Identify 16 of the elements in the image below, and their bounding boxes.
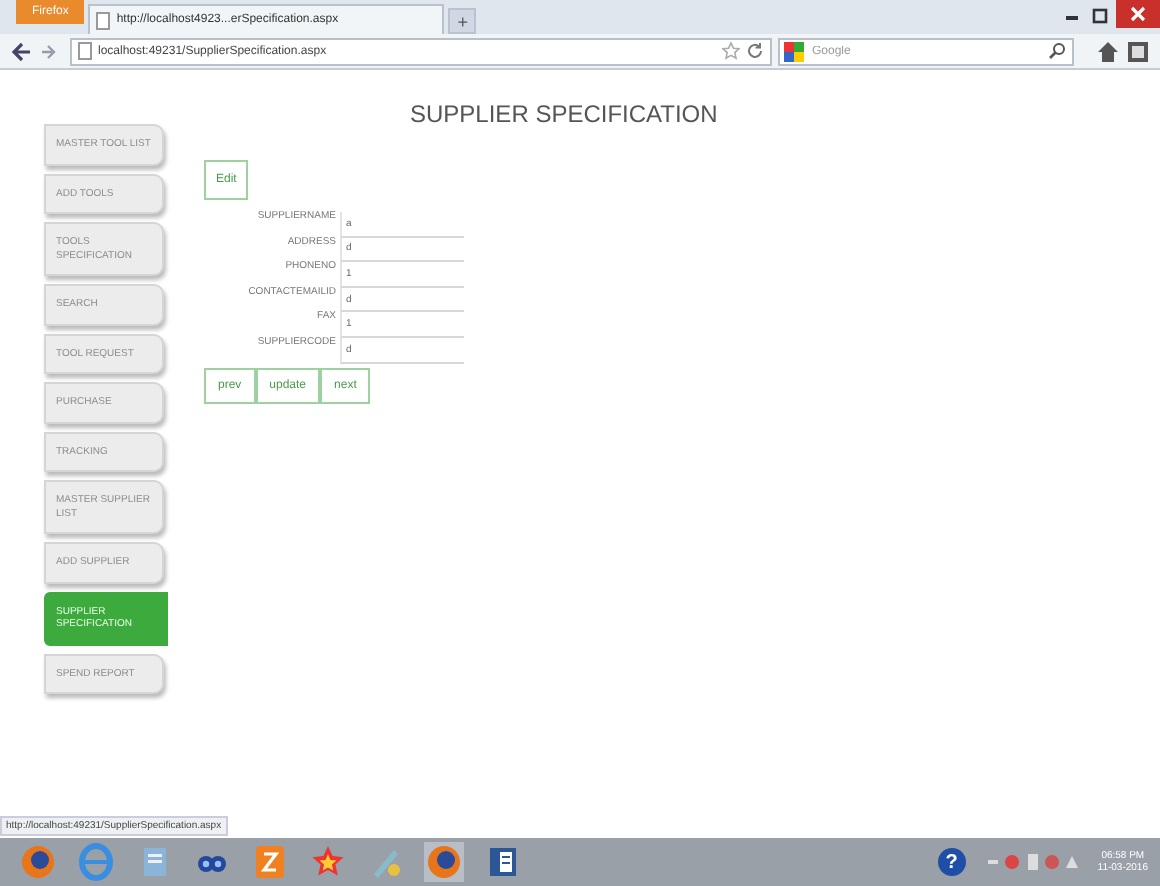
home-icon[interactable] (1096, 39, 1120, 63)
close-icon[interactable] (1116, 0, 1160, 28)
reload-icon[interactable] (746, 42, 764, 60)
app-icon[interactable] (250, 842, 290, 882)
search-engine-icon (784, 41, 804, 61)
new-tab-button[interactable]: + (448, 8, 477, 34)
search-icon[interactable] (1048, 42, 1066, 60)
maximize-icon[interactable] (1088, 4, 1112, 28)
help-icon[interactable]: ? (937, 848, 966, 876)
page-title: SUPPLIER SPECIFICATION (410, 100, 718, 128)
browser-icon[interactable] (18, 842, 58, 882)
bookmarks-icon[interactable] (1126, 39, 1150, 63)
back-icon[interactable] (10, 39, 34, 63)
browser-icon[interactable] (424, 842, 464, 882)
tray-icons[interactable] (983, 850, 1080, 874)
star-icon[interactable] (722, 42, 740, 60)
